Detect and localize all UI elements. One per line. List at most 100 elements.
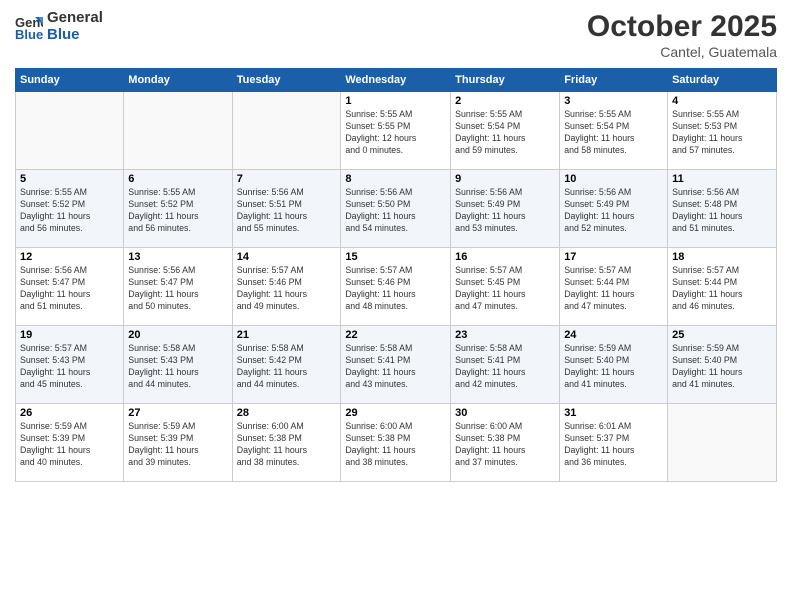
calendar-cell: 3 Sunrise: 5:55 AM Sunset: 5:54 PM Daylig… xyxy=(560,92,668,170)
day-number: 16 xyxy=(455,251,555,263)
calendar-cell: 26 Sunrise: 5:59 AM Sunset: 5:39 PM Dayli… xyxy=(16,404,124,482)
day-info: Sunrise: 5:58 AM Sunset: 5:43 PM Dayligh… xyxy=(128,343,227,391)
day-number: 11 xyxy=(672,173,772,185)
day-info: Sunrise: 5:59 AM Sunset: 5:39 PM Dayligh… xyxy=(128,421,227,469)
calendar-cell: 15 Sunrise: 5:57 AM Sunset: 5:46 PM Dayli… xyxy=(341,248,451,326)
day-info: Sunrise: 5:59 AM Sunset: 5:40 PM Dayligh… xyxy=(564,343,663,391)
day-info: Sunrise: 5:56 AM Sunset: 5:50 PM Dayligh… xyxy=(345,187,446,235)
day-number: 31 xyxy=(564,407,663,419)
day-info: Sunrise: 6:01 AM Sunset: 5:37 PM Dayligh… xyxy=(564,421,663,469)
weekday-wednesday: Wednesday xyxy=(341,69,451,92)
day-number: 27 xyxy=(128,407,227,419)
calendar-week-row: 12 Sunrise: 5:56 AM Sunset: 5:47 PM Dayli… xyxy=(16,248,777,326)
calendar-week-row: 5 Sunrise: 5:55 AM Sunset: 5:52 PM Daylig… xyxy=(16,170,777,248)
calendar-cell: 30 Sunrise: 6:00 AM Sunset: 5:38 PM Dayli… xyxy=(451,404,560,482)
day-info: Sunrise: 5:55 AM Sunset: 5:54 PM Dayligh… xyxy=(564,109,663,157)
day-info: Sunrise: 5:57 AM Sunset: 5:43 PM Dayligh… xyxy=(20,343,119,391)
day-number: 15 xyxy=(345,251,446,263)
weekday-header-row: SundayMondayTuesdayWednesdayThursdayFrid… xyxy=(16,69,777,92)
logo-line2: Blue xyxy=(47,27,103,44)
day-info: Sunrise: 6:00 AM Sunset: 5:38 PM Dayligh… xyxy=(345,421,446,469)
calendar-cell: 5 Sunrise: 5:55 AM Sunset: 5:52 PM Daylig… xyxy=(16,170,124,248)
calendar-cell: 20Sunrise: 5:58 AM Sunset: 5:43 PM Dayli… xyxy=(124,326,232,404)
calendar-cell: 18 Sunrise: 5:57 AM Sunset: 5:44 PM Dayli… xyxy=(668,248,777,326)
day-number: 19 xyxy=(20,329,119,341)
weekday-monday: Monday xyxy=(124,69,232,92)
title-block: October 2025 Cantel, Guatemala xyxy=(587,10,777,60)
calendar-cell: 1 Sunrise: 5:55 AM Sunset: 5:55 PM Daylig… xyxy=(341,92,451,170)
day-number: 8 xyxy=(345,173,446,185)
day-number: 6 xyxy=(128,173,227,185)
weekday-sunday: Sunday xyxy=(16,69,124,92)
day-info: Sunrise: 5:55 AM Sunset: 5:55 PM Dayligh… xyxy=(345,109,446,157)
calendar-cell: 11 Sunrise: 5:56 AM Sunset: 5:48 PM Dayli… xyxy=(668,170,777,248)
day-info: Sunrise: 5:56 AM Sunset: 5:51 PM Dayligh… xyxy=(237,187,337,235)
day-number: 7 xyxy=(237,173,337,185)
day-info: Sunrise: 5:57 AM Sunset: 5:46 PM Dayligh… xyxy=(345,265,446,313)
calendar-cell: 8 Sunrise: 5:56 AM Sunset: 5:50 PM Daylig… xyxy=(341,170,451,248)
svg-text:Blue: Blue xyxy=(15,27,43,41)
day-info: Sunrise: 5:55 AM Sunset: 5:53 PM Dayligh… xyxy=(672,109,772,157)
day-info: Sunrise: 5:56 AM Sunset: 5:49 PM Dayligh… xyxy=(455,187,555,235)
day-number: 22 xyxy=(345,329,446,341)
location: Cantel, Guatemala xyxy=(587,44,777,60)
day-number: 18 xyxy=(672,251,772,263)
calendar-cell: 17Sunrise: 5:57 AM Sunset: 5:44 PM Dayli… xyxy=(560,248,668,326)
day-number: 12 xyxy=(20,251,119,263)
calendar-cell: 27 Sunrise: 5:59 AM Sunset: 5:39 PM Dayli… xyxy=(124,404,232,482)
calendar-cell: 23Sunrise: 5:58 AM Sunset: 5:41 PM Dayli… xyxy=(451,326,560,404)
calendar-week-row: 1 Sunrise: 5:55 AM Sunset: 5:55 PM Daylig… xyxy=(16,92,777,170)
calendar-cell: 31 Sunrise: 6:01 AM Sunset: 5:37 PM Dayli… xyxy=(560,404,668,482)
calendar-cell: 29Sunrise: 6:00 AM Sunset: 5:38 PM Dayli… xyxy=(341,404,451,482)
calendar-cell xyxy=(16,92,124,170)
calendar-cell: 14Sunrise: 5:57 AM Sunset: 5:46 PM Dayli… xyxy=(232,248,341,326)
day-info: Sunrise: 5:55 AM Sunset: 5:54 PM Dayligh… xyxy=(455,109,555,157)
calendar-table: SundayMondayTuesdayWednesdayThursdayFrid… xyxy=(15,68,777,482)
day-info: Sunrise: 5:56 AM Sunset: 5:48 PM Dayligh… xyxy=(672,187,772,235)
header: General Blue General Blue October 2025 C… xyxy=(15,10,777,60)
day-info: Sunrise: 5:56 AM Sunset: 5:49 PM Dayligh… xyxy=(564,187,663,235)
calendar-cell: 24 Sunrise: 5:59 AM Sunset: 5:40 PM Dayli… xyxy=(560,326,668,404)
day-info: Sunrise: 6:00 AM Sunset: 5:38 PM Dayligh… xyxy=(455,421,555,469)
day-number: 24 xyxy=(564,329,663,341)
calendar-cell: 21Sunrise: 5:58 AM Sunset: 5:42 PM Dayli… xyxy=(232,326,341,404)
day-number: 26 xyxy=(20,407,119,419)
day-number: 1 xyxy=(345,95,446,107)
calendar-cell xyxy=(232,92,341,170)
day-number: 13 xyxy=(128,251,227,263)
day-info: Sunrise: 5:58 AM Sunset: 5:41 PM Dayligh… xyxy=(455,343,555,391)
day-number: 5 xyxy=(20,173,119,185)
weekday-thursday: Thursday xyxy=(451,69,560,92)
logo: General Blue General Blue xyxy=(15,10,103,43)
page-container: General Blue General Blue October 2025 C… xyxy=(0,0,792,612)
calendar-cell: 22Sunrise: 5:58 AM Sunset: 5:41 PM Dayli… xyxy=(341,326,451,404)
calendar-cell: 2 Sunrise: 5:55 AM Sunset: 5:54 PM Daylig… xyxy=(451,92,560,170)
calendar-cell: 12 Sunrise: 5:56 AM Sunset: 5:47 PM Dayli… xyxy=(16,248,124,326)
calendar-cell: 6Sunrise: 5:55 AM Sunset: 5:52 PM Daylig… xyxy=(124,170,232,248)
calendar-cell: 28Sunrise: 6:00 AM Sunset: 5:38 PM Dayli… xyxy=(232,404,341,482)
calendar-cell: 10Sunrise: 5:56 AM Sunset: 5:49 PM Dayli… xyxy=(560,170,668,248)
day-number: 2 xyxy=(455,95,555,107)
calendar-cell: 25Sunrise: 5:59 AM Sunset: 5:40 PM Dayli… xyxy=(668,326,777,404)
calendar-cell: 16Sunrise: 5:57 AM Sunset: 5:45 PM Dayli… xyxy=(451,248,560,326)
day-info: Sunrise: 5:55 AM Sunset: 5:52 PM Dayligh… xyxy=(20,187,119,235)
weekday-friday: Friday xyxy=(560,69,668,92)
calendar-cell: 19 Sunrise: 5:57 AM Sunset: 5:43 PM Dayli… xyxy=(16,326,124,404)
day-info: Sunrise: 5:59 AM Sunset: 5:40 PM Dayligh… xyxy=(672,343,772,391)
calendar-week-row: 26 Sunrise: 5:59 AM Sunset: 5:39 PM Dayli… xyxy=(16,404,777,482)
day-info: Sunrise: 5:57 AM Sunset: 5:44 PM Dayligh… xyxy=(564,265,663,313)
day-info: Sunrise: 5:56 AM Sunset: 5:47 PM Dayligh… xyxy=(20,265,119,313)
month-title: October 2025 xyxy=(587,10,777,44)
day-number: 3 xyxy=(564,95,663,107)
calendar-cell: 7 Sunrise: 5:56 AM Sunset: 5:51 PM Daylig… xyxy=(232,170,341,248)
calendar-cell: 4Sunrise: 5:55 AM Sunset: 5:53 PM Daylig… xyxy=(668,92,777,170)
day-info: Sunrise: 6:00 AM Sunset: 5:38 PM Dayligh… xyxy=(237,421,337,469)
day-info: Sunrise: 5:57 AM Sunset: 5:44 PM Dayligh… xyxy=(672,265,772,313)
day-info: Sunrise: 5:59 AM Sunset: 5:39 PM Dayligh… xyxy=(20,421,119,469)
logo-line1: General xyxy=(47,10,103,27)
calendar-cell: 9 Sunrise: 5:56 AM Sunset: 5:49 PM Daylig… xyxy=(451,170,560,248)
day-number: 9 xyxy=(455,173,555,185)
calendar-week-row: 19 Sunrise: 5:57 AM Sunset: 5:43 PM Dayli… xyxy=(16,326,777,404)
day-number: 30 xyxy=(455,407,555,419)
day-info: Sunrise: 5:58 AM Sunset: 5:42 PM Dayligh… xyxy=(237,343,337,391)
